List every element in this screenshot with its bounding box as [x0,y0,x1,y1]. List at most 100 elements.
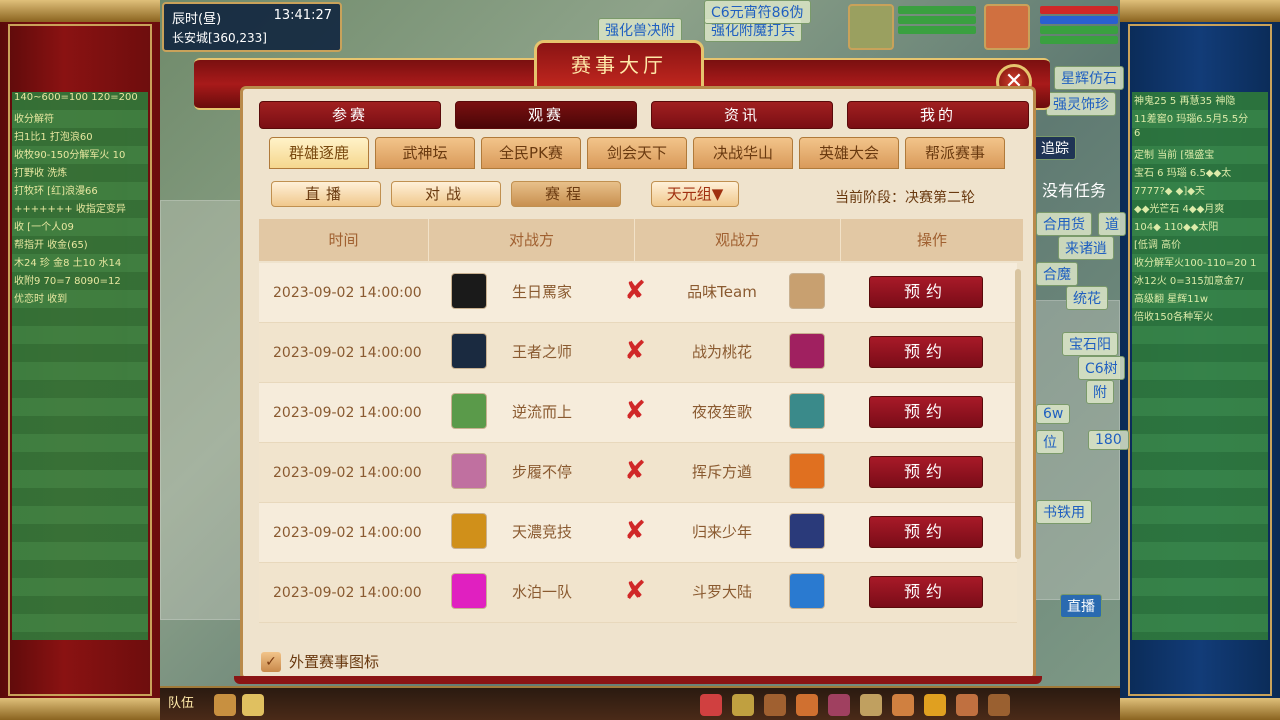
reserve-button[interactable]: 预约 [869,516,983,548]
reserve-button[interactable]: 预约 [869,456,983,488]
team-b-logo-icon [789,513,825,549]
team-a-logo-icon [451,453,487,489]
event-tab[interactable]: 剑会天下 [587,137,687,169]
team-a-name[interactable]: 天濃竞技 [487,503,597,561]
tab-spectate[interactable]: 观赛 [455,101,637,129]
team-icon[interactable] [828,694,850,716]
main-tab-bar: 参赛 观赛 资讯 我的 [259,101,1029,129]
reserve-button[interactable]: 预约 [869,576,983,608]
bottom-toolbar: 队伍 [160,686,1120,720]
table-row: 2023-09-02 14:00:00 王者之师 ✘ 战为桃花 预约 [259,323,1017,383]
chat-line: 优恋时 收到 [14,294,68,305]
event-tab[interactable]: 帮派赛事 [905,137,1005,169]
npc-label[interactable]: 180 [1088,430,1129,450]
team-button[interactable]: 队伍 [168,692,206,716]
team-b-name[interactable]: 挥斥方遒 [667,443,777,501]
pet-icon[interactable] [796,694,818,716]
team-a-name[interactable]: 步履不停 [487,443,597,501]
filter-live-button[interactable]: 直播 [271,181,381,207]
team-a-name[interactable]: 生日罵家 [487,263,597,321]
versus-icon: ✘ [624,396,646,426]
team-b-name[interactable]: 品味Team [667,263,777,321]
team-b-logo-icon [789,453,825,489]
left-overlay-cap-top [0,0,160,22]
group-select[interactable]: 天元组▼ [651,181,739,207]
right-overlay-cap-bottom [1120,698,1280,720]
event-tab[interactable]: 英雄大会 [799,137,899,169]
npc-label[interactable]: 宝石阳 [1062,332,1118,356]
left-stream-overlay: 140~600=100 120=200 收分解符 扫1比1 打泡浪60 收牧90… [0,0,160,720]
team-a-logo-icon [451,513,487,549]
chat-line: 打牧环 [红]浪漫66 [14,186,98,197]
versus-icon: ✘ [624,456,646,486]
team-a-name[interactable]: 逆流而上 [487,383,597,441]
npc-label[interactable]: 统花 [1066,286,1108,310]
tab-mine[interactable]: 我的 [847,101,1029,129]
chat-line: 收分解军火100-110=20 1 [1134,258,1257,269]
event-tab[interactable]: 全民PK赛 [481,137,581,169]
reserve-button[interactable]: 预约 [869,336,983,368]
tab-news[interactable]: 资讯 [651,101,833,129]
external-icon-label: 外置赛事图标 [289,653,380,671]
skill-icon[interactable] [732,694,754,716]
dialog-content-panel: 参赛 观赛 资讯 我的 群雄逐鹿 武神坛 全民PK赛 剑会天下 决战华山 英雄大… [240,86,1036,680]
microphone-icon[interactable] [214,694,236,716]
table-scrollbar[interactable] [1015,269,1021,559]
chat-line: 收牧90-150分解军火 10 [14,150,126,161]
npc-label[interactable]: 附 [1086,380,1114,404]
chat-line: 高级翻 星辉11w [1134,294,1209,305]
event-tab[interactable]: 决战华山 [693,137,793,169]
right-overlay-cap-top [1120,0,1280,22]
quest-icon[interactable] [764,694,786,716]
tournament-hall-dialog: 赛事大厅 ✕ 参赛 观赛 资讯 我的 群雄逐鹿 武神坛 全民PK赛 剑会天下 决… [194,40,1050,684]
npc-label[interactable]: 来诸逍 [1058,236,1114,260]
column-header-action: 操作 [916,231,947,249]
chat-line: +++++++ 收指定变异 [14,204,126,215]
chat-line: 11差窖0 玛瑙6.5月5.5分 [1134,114,1249,125]
npc-label[interactable]: C6元宵符86伪 [704,0,811,24]
team-a-logo-icon [451,573,487,609]
guild-icon[interactable] [860,694,882,716]
chat-line: 定制 当前 [强盛宝 [1134,150,1215,161]
match-time: 2023-09-02 14:00:00 [273,285,422,301]
event-tab[interactable]: 群雄逐鹿 [269,137,369,169]
npc-label[interactable]: C6树 [1078,356,1125,380]
schedule-table-body: 2023-09-02 14:00:00 生日罵家 ✘ 品味Team 预约 2023-09-… [259,263,1017,643]
friend-icon[interactable] [892,694,914,716]
external-icon-checkbox[interactable]: ✓ [261,651,281,672]
emote-icon[interactable] [924,694,946,716]
team-a-name[interactable]: 王者之师 [487,323,597,381]
filter-schedule-button[interactable]: 赛程 [511,181,621,207]
team-b-name[interactable]: 战为桃花 [667,323,777,381]
team-a-name[interactable]: 水泊一队 [487,563,597,621]
bag-icon[interactable] [700,694,722,716]
trade-icon[interactable] [956,694,978,716]
reserve-button[interactable]: 预约 [869,276,983,308]
team-b-logo-icon [789,333,825,369]
team-b-name[interactable]: 归来少年 [667,503,777,561]
npc-label[interactable]: 强灵饰珍 [1046,92,1116,116]
event-tab[interactable]: 武神坛 [375,137,475,169]
event-tab-bar: 群雄逐鹿 武神坛 全民PK赛 剑会天下 决战华山 英雄大会 帮派赛事 [269,137,1005,169]
team-b-name[interactable]: 斗罗大陆 [667,563,777,621]
npc-label[interactable]: 道 [1098,212,1126,236]
live-stream-button[interactable]: 直播 [1060,594,1102,618]
team-b-name[interactable]: 夜夜笙歌 [667,383,777,441]
chat-line: 7777?◆ ◆]◆天 [1134,186,1205,197]
reserve-button[interactable]: 预约 [869,396,983,428]
versus-icon: ✘ [624,336,646,366]
dialog-bottom-border [234,676,1042,684]
team-a-logo-icon [451,393,487,429]
table-row: 2023-09-02 14:00:00 逆流而上 ✘ 夜夜笙歌 预约 [259,383,1017,443]
tab-participate[interactable]: 参赛 [259,101,441,129]
chat-line: 打野收 洗炼 [14,168,68,179]
chat-bubble-icon[interactable] [242,694,264,716]
system-icon[interactable] [988,694,1010,716]
team-a-logo-icon [451,333,487,369]
match-time: 2023-09-02 14:00:00 [273,465,422,481]
npc-label[interactable]: 强化兽决附 [598,18,682,42]
chat-line: 6 [1134,128,1141,139]
filter-matchup-button[interactable]: 对战 [391,181,501,207]
npc-label[interactable]: 星辉仿石 [1054,66,1124,90]
table-row: 2023-09-02 14:00:00 水泊一队 ✘ 斗罗大陆 预约 [259,563,1017,623]
